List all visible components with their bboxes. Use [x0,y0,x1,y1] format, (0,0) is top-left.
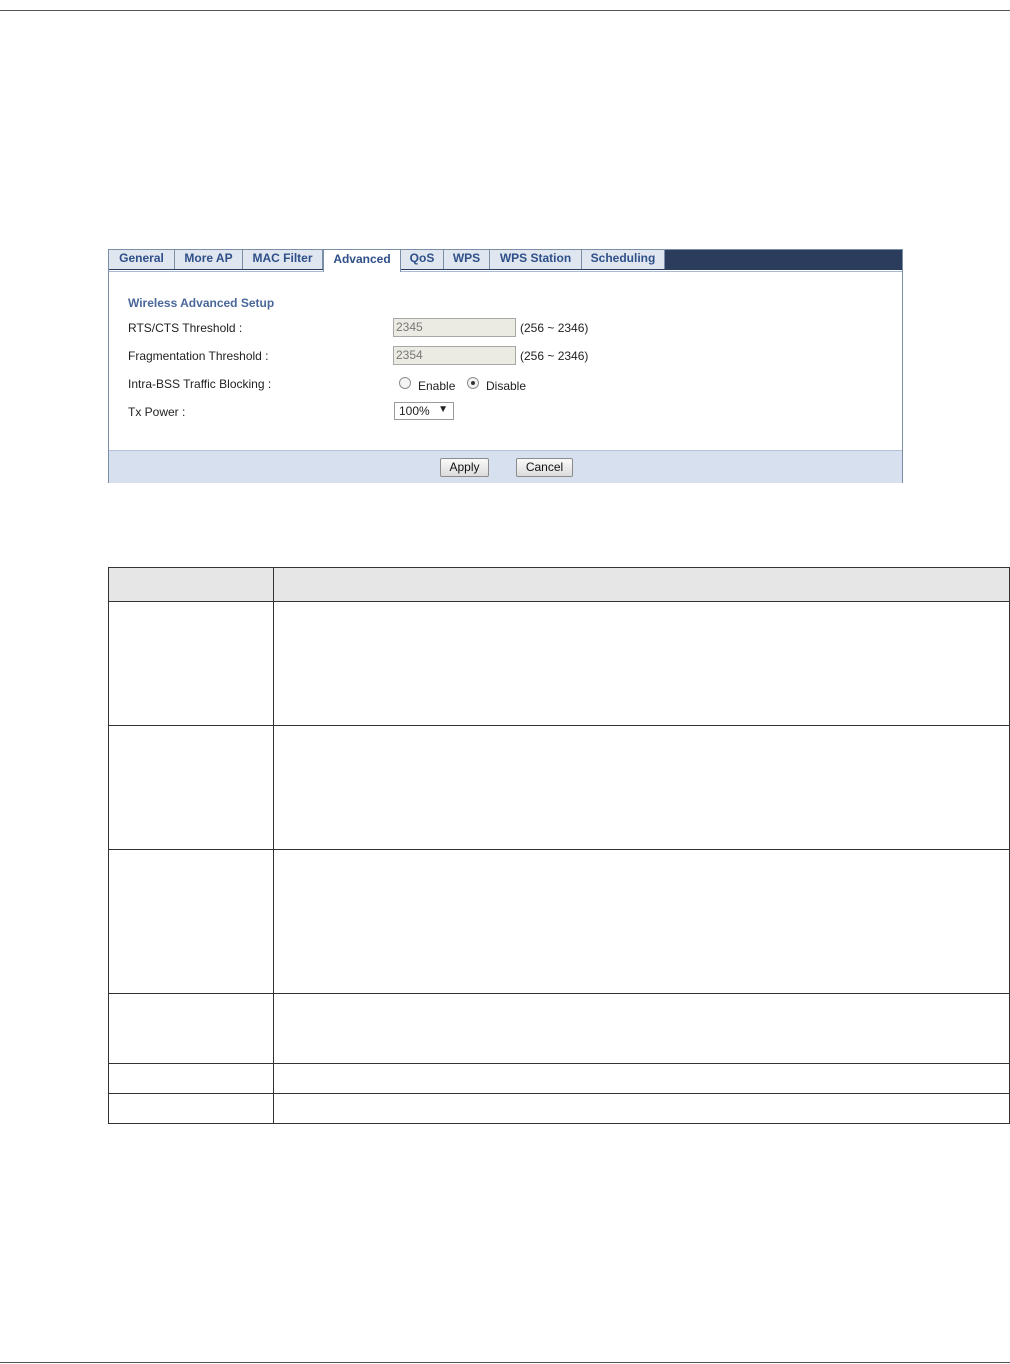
fragmentation-threshold-label: Fragmentation Threshold : [128,349,269,363]
table-cell [108,993,274,1064]
table-header-description [273,567,1010,602]
intra-bss-enable-label: Enable [418,379,456,393]
table-header-label [108,567,274,602]
tab-scheduling[interactable]: Scheduling [582,250,665,269]
table-cell [273,993,1010,1064]
apply-button[interactable]: Apply [440,458,489,477]
table-row [108,601,1010,726]
tx-power-label: Tx Power : [128,405,186,419]
section-title: Wireless Advanced Setup [128,296,275,310]
button-footer: Apply Cancel [109,450,902,483]
tab-underline [109,271,902,272]
rts-threshold-label: RTS/CTS Threshold : [128,321,243,335]
cancel-button[interactable]: Cancel [516,458,573,477]
fragmentation-threshold-range: (256 ~ 2346) [520,349,589,363]
page-top-rule [0,10,1010,11]
table-cell [108,849,274,994]
page-bottom-rule [0,1362,1010,1363]
radio-selected-dot [471,381,475,385]
tab-bar: General More AP MAC Filter Advanced QoS … [109,250,902,272]
tab-wps-station[interactable]: WPS Station [490,250,582,269]
intra-bss-label: Intra-BSS Traffic Blocking : [128,377,272,391]
table-row [108,1093,1010,1124]
table-row [108,849,1010,994]
fragmentation-threshold-input[interactable]: 2354 [393,346,516,365]
intra-bss-enable-radio[interactable] [399,377,411,389]
tx-power-value: 100% [399,404,430,418]
tx-power-select[interactable]: 100% ▼ [394,402,454,420]
tab-qos[interactable]: QoS [401,250,444,269]
table-row [108,993,1010,1064]
tab-wps[interactable]: WPS [444,250,490,269]
field-description-table [108,567,1010,1124]
table-cell [273,849,1010,994]
table-cell [108,1093,274,1124]
table-cell [108,1063,274,1094]
table-cell [273,1093,1010,1124]
dropdown-arrow-icon: ▼ [438,404,448,415]
tab-mac-filter[interactable]: MAC Filter [243,250,323,269]
tab-advanced[interactable]: Advanced [323,250,401,272]
table-cell [108,601,274,726]
table-cell [273,725,1010,850]
rts-threshold-input[interactable]: 2345 [393,318,516,337]
table-cell [273,601,1010,726]
rts-threshold-range: (256 ~ 2346) [520,321,589,335]
tab-general[interactable]: General [109,250,175,269]
intra-bss-disable-label: Disable [486,379,527,393]
table-header-row [108,567,1010,602]
wireless-advanced-panel: General More AP MAC Filter Advanced QoS … [108,249,903,483]
table-cell [273,1063,1010,1094]
table-cell [108,725,274,850]
tab-more-ap[interactable]: More AP [175,250,243,269]
intra-bss-disable-radio[interactable] [467,377,479,389]
table-row [108,725,1010,850]
table-row [108,1063,1010,1094]
